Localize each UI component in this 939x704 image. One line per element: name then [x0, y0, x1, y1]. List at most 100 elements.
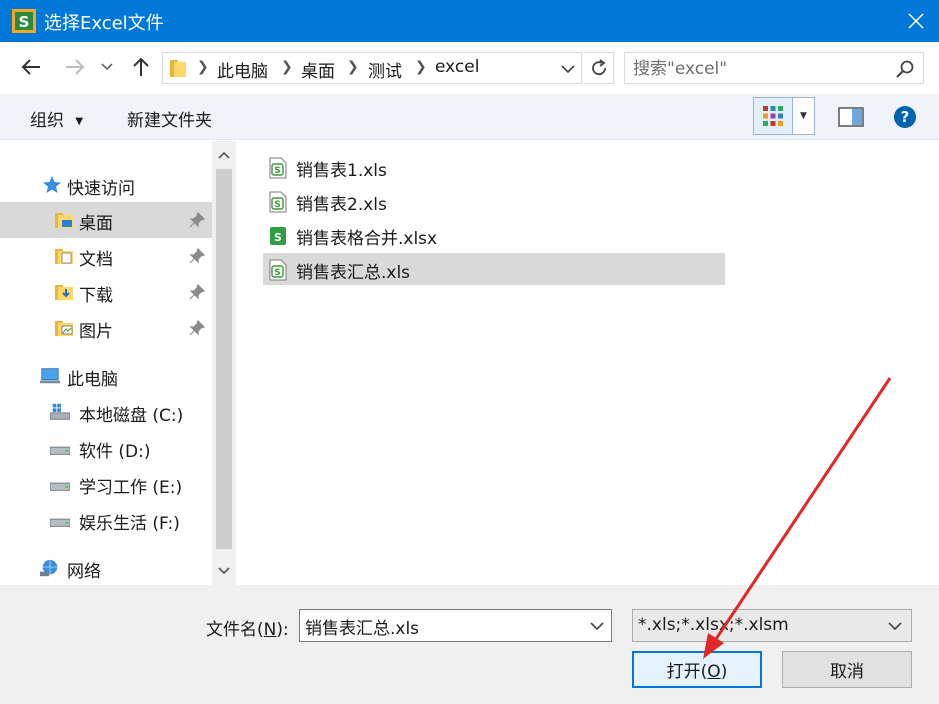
- svg-text:S: S: [274, 200, 280, 210]
- list-item[interactable]: S 销售表1.xls: [263, 151, 725, 183]
- title-bar: S 选择Excel文件: [0, 0, 939, 42]
- folder-icon: [170, 60, 186, 77]
- svg-text:S: S: [274, 231, 282, 244]
- open-button[interactable]: 打开(O): [632, 651, 762, 688]
- organize-label: 组织: [30, 111, 64, 131]
- navigation-pane-scrollbar[interactable]: [212, 141, 236, 585]
- sidebar-item-label: 此电脑: [67, 370, 118, 390]
- svg-text:S: S: [274, 268, 280, 278]
- pin-icon[interactable]: [189, 248, 205, 264]
- close-icon: [908, 13, 924, 29]
- pin-icon[interactable]: [189, 320, 205, 336]
- search-input[interactable]: [633, 57, 883, 81]
- windows-drive-icon: [50, 403, 70, 420]
- sidebar-item-label: 图片: [79, 322, 113, 342]
- sidebar-item-label: 网络: [67, 562, 101, 582]
- cancel-button[interactable]: 取消: [782, 651, 912, 688]
- caret-down-icon: ▼: [800, 111, 807, 121]
- sidebar-item-documents[interactable]: 文档: [0, 238, 212, 274]
- open-button-label: 打开(O): [666, 662, 728, 682]
- back-button[interactable]: [17, 53, 45, 81]
- sidebar-item-downloads[interactable]: 下载: [0, 274, 212, 310]
- recent-locations-button[interactable]: [97, 53, 117, 81]
- svg-text:S: S: [19, 13, 30, 31]
- file-name: 销售表1.xls: [296, 161, 387, 181]
- preview-pane-icon[interactable]: [838, 106, 864, 128]
- address-bar[interactable]: ❯ 此电脑 ❯ 桌面 ❯ 测试 ❯ excel: [162, 52, 582, 84]
- help-icon[interactable]: ?: [893, 105, 917, 129]
- wps-spreadsheet-app-icon: S: [12, 9, 36, 33]
- organize-menu[interactable]: 组织 ▼: [30, 106, 83, 131]
- refresh-button[interactable]: [584, 52, 614, 84]
- close-button[interactable]: [893, 0, 939, 42]
- file-list: S 销售表1.xls S 销售表2.xls S 销售表格合并.xlsx S 销售…: [238, 141, 939, 585]
- arrow-left-icon: [21, 59, 40, 75]
- pin-icon[interactable]: [189, 284, 205, 300]
- search-icon: [896, 60, 914, 78]
- sidebar-item-quick-access[interactable]: 快速访问: [0, 167, 212, 203]
- breadcrumb-this-pc[interactable]: 此电脑: [217, 57, 268, 82]
- sidebar-item-pictures[interactable]: 图片: [0, 310, 212, 346]
- new-folder-button[interactable]: 新建文件夹: [127, 106, 212, 131]
- search-box[interactable]: [624, 52, 924, 84]
- scroll-up-button[interactable]: [212, 143, 236, 167]
- window-title: 选择Excel文件: [44, 13, 164, 34]
- sidebar-item-label: 下载: [79, 286, 113, 306]
- chevron-down-icon: [561, 64, 575, 73]
- downloads-folder-icon: [55, 285, 73, 300]
- svg-text:?: ?: [901, 108, 910, 126]
- chevron-down-icon: [888, 622, 902, 631]
- caret-down-icon: ▼: [75, 116, 84, 127]
- breadcrumb-excel[interactable]: excel: [435, 57, 479, 77]
- drive-icon: [50, 518, 70, 527]
- sidebar-item-this-pc[interactable]: 此电脑: [0, 358, 212, 394]
- scrollbar-thumb[interactable]: [216, 169, 232, 549]
- list-item-selected[interactable]: S 销售表汇总.xls: [263, 253, 725, 285]
- sidebar-item-label: 学习工作 (E:): [79, 478, 183, 498]
- breadcrumb-separator-icon: ❯: [347, 59, 359, 75]
- forward-button[interactable]: [61, 53, 89, 81]
- file-name-label: 文件名(N):: [206, 620, 289, 640]
- drive-icon: [50, 446, 70, 455]
- breadcrumb-separator-icon: ❯: [281, 59, 293, 75]
- sidebar-item-network[interactable]: 网络: [0, 550, 212, 585]
- breadcrumb-separator-icon: ❯: [415, 59, 427, 75]
- spreadsheet-xlsx-icon: S: [270, 227, 286, 245]
- navigation-pane: 快速访问 桌面 文档 下载 图片 此电脑 本地磁盘 (C:) 软件 (D:) 学…: [0, 141, 212, 585]
- up-button[interactable]: [127, 53, 155, 81]
- sidebar-item-label: 软件 (D:): [79, 442, 151, 462]
- sidebar-item-label: 本地磁盘 (C:): [79, 406, 184, 426]
- chevron-down-icon: [101, 63, 113, 71]
- chevron-up-icon: [218, 151, 230, 159]
- list-item[interactable]: S 销售表2.xls: [263, 185, 725, 217]
- chevron-down-icon[interactable]: [587, 616, 607, 636]
- drive-icon: [50, 482, 70, 491]
- desktop-folder-icon: [55, 213, 73, 228]
- pin-icon[interactable]: [189, 212, 205, 228]
- breadcrumb-desktop[interactable]: 桌面: [301, 57, 335, 82]
- sidebar-item-label: 文档: [79, 250, 113, 270]
- sidebar-item-desktop[interactable]: 桌面: [0, 202, 212, 238]
- file-name: 销售表2.xls: [296, 195, 387, 215]
- file-name-input[interactable]: [305, 614, 575, 638]
- address-history-dropdown[interactable]: [557, 58, 579, 80]
- file-name: 销售表汇总.xls: [296, 263, 411, 283]
- sidebar-item-label: 快速访问: [67, 179, 135, 199]
- scroll-down-button[interactable]: [212, 559, 236, 583]
- spreadsheet-icon: S: [269, 191, 287, 213]
- sidebar-item-drive-f[interactable]: 娱乐生活 (F:): [0, 502, 212, 538]
- change-view-button[interactable]: [753, 97, 793, 135]
- file-type-filter-select[interactable]: *.xls;*.xlsx;*.xlsm: [632, 609, 912, 642]
- documents-folder-icon: [55, 249, 73, 264]
- breadcrumb-test[interactable]: 测试: [368, 57, 402, 82]
- spreadsheet-icon: S: [269, 157, 287, 179]
- file-name-combobox[interactable]: [299, 609, 612, 642]
- sidebar-item-drive-d[interactable]: 软件 (D:): [0, 430, 212, 466]
- breadcrumb-separator-icon: ❯: [197, 59, 209, 75]
- file-type-filter-value: *.xls;*.xlsx;*.xlsm: [638, 615, 789, 635]
- sidebar-item-drive-c[interactable]: 本地磁盘 (C:): [0, 394, 212, 430]
- sidebar-item-drive-e[interactable]: 学习工作 (E:): [0, 466, 212, 502]
- list-item[interactable]: S 销售表格合并.xlsx: [263, 219, 725, 251]
- view-options-dropdown[interactable]: ▼: [793, 97, 815, 135]
- computer-icon: [40, 368, 60, 384]
